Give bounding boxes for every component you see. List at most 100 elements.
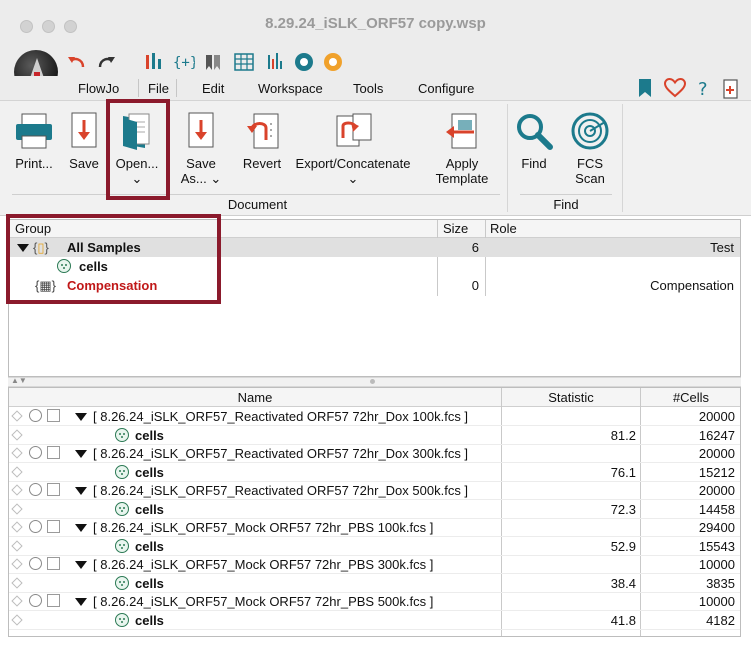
menu-flowjo[interactable]: FlowJo	[78, 81, 119, 96]
menu-configure[interactable]: Configure	[418, 81, 474, 96]
layout-editor-icon[interactable]	[143, 51, 165, 73]
ribbon-separator	[507, 104, 508, 212]
diamond-marker-icon	[11, 429, 23, 441]
expand-triangle-icon[interactable]	[75, 487, 87, 495]
sample-checkbox[interactable]	[47, 594, 60, 607]
svg-text:?: ?	[698, 79, 708, 98]
reports-icon[interactable]	[293, 51, 315, 73]
statistic-column-header[interactable]: Statistic	[502, 390, 640, 405]
fcs-scan-button[interactable]: FCS Scan	[568, 112, 612, 186]
statistic-value: 38.4	[610, 576, 636, 591]
cell-count: 20000	[698, 446, 735, 461]
gate-icon	[115, 465, 129, 479]
sample-row[interactable]: [ 8.26.24_iSLK_ORF57_Mock ORF57 72hr_PBS…	[9, 555, 740, 574]
sample-checkbox[interactable]	[47, 520, 60, 533]
undo-icon[interactable]	[66, 51, 88, 73]
gate-row[interactable]: cells 72.3 14458	[9, 500, 740, 519]
cell-count: 16247	[698, 428, 735, 443]
gate-row[interactable]: cells 76.1 15212	[9, 463, 740, 482]
expand-triangle-icon[interactable]	[75, 413, 87, 421]
cell-count: 20000	[698, 483, 735, 498]
samples-table: Name Statistic #Cells [ 8.26.24_iSLK_ORF…	[8, 387, 741, 637]
magnifier-icon	[517, 114, 553, 150]
sample-name: [ 8.26.24_iSLK_ORF57_Reactivated ORF57 7…	[93, 409, 469, 424]
sample-row[interactable]: [ 8.26.24_iSLK_ORF57_Reactivated ORF57 7…	[9, 444, 740, 463]
sample-radio[interactable]	[29, 594, 42, 607]
menu-tools[interactable]: Tools	[353, 81, 383, 96]
export-concatenate-button[interactable]: Export/Concatenate ⌄	[295, 112, 411, 186]
gate-name: cells	[135, 576, 164, 591]
table-editor-icon[interactable]	[233, 51, 255, 73]
find-button[interactable]: Find	[514, 112, 554, 171]
save-button[interactable]: Save	[66, 112, 102, 171]
plugins-icon[interactable]	[322, 51, 344, 73]
gate-row[interactable]: cells 81.2 16247	[9, 426, 740, 445]
gate-name: cells	[135, 613, 164, 628]
diamond-marker-icon	[11, 614, 23, 626]
sample-row[interactable]: [ 8.26.24_iSLK_ORF57_Reactivated ORF57 7…	[9, 481, 740, 500]
apply-template-button[interactable]: Apply Template	[432, 112, 492, 186]
ribbon-separator	[622, 104, 623, 212]
save-as-button[interactable]: Save As... ⌄	[178, 112, 224, 186]
diamond-marker-icon	[11, 447, 23, 459]
equation-editor-icon[interactable]: {+}	[173, 51, 195, 73]
gate-row[interactable]: cells 38.4 3835	[9, 574, 740, 593]
menu-file[interactable]: File	[148, 81, 169, 96]
new-document-icon[interactable]	[722, 78, 740, 100]
sample-checkbox[interactable]	[47, 446, 60, 459]
sample-row[interactable]: [ 8.26.24_iSLK_ORF57_Mock ORF57 72hr_PBS…	[9, 592, 740, 611]
sample-checkbox[interactable]	[47, 483, 60, 496]
size-column-header[interactable]: Size	[443, 221, 468, 236]
expand-triangle-icon[interactable]	[75, 524, 87, 532]
cell-count: 10000	[698, 557, 735, 572]
apply-template-icon	[446, 113, 477, 149]
sample-row[interactable]: [ 8.26.24_iSLK_ORF57_Mock ORF57 72hr_PBS…	[9, 518, 740, 537]
diamond-marker-icon	[11, 503, 23, 515]
sample-radio[interactable]	[29, 483, 42, 496]
sample-radio[interactable]	[29, 557, 42, 570]
gate-icon	[115, 502, 129, 516]
cell-count: 4182	[706, 613, 735, 628]
gate-row[interactable]: cells 41.8 4182	[9, 611, 740, 630]
expand-triangle-icon[interactable]	[75, 598, 87, 606]
cell-count: 3835	[706, 576, 735, 591]
collapse-arrows-icon[interactable]: ▲▼	[11, 376, 27, 385]
sample-radio[interactable]	[29, 409, 42, 422]
sample-name: [ 8.26.24_iSLK_ORF57_Mock ORF57 72hr_PBS…	[93, 594, 434, 609]
diamond-marker-icon	[11, 410, 23, 422]
expand-triangle-icon[interactable]	[75, 450, 87, 458]
samples-table-header: Name Statistic #Cells	[9, 388, 740, 407]
name-column-header[interactable]: Name	[9, 390, 501, 405]
sample-name: [ 8.26.24_iSLK_ORF57_Reactivated ORF57 7…	[93, 446, 469, 461]
bookmark-icon[interactable]	[638, 78, 652, 98]
sample-name: [ 8.26.24_iSLK_ORF57_Mock ORF57 72hr_PBS…	[93, 520, 434, 535]
sample-radio[interactable]	[29, 446, 42, 459]
revert-icon	[247, 113, 279, 149]
redo-icon[interactable]	[95, 51, 117, 73]
expand-triangle-icon[interactable]	[75, 561, 87, 569]
help-icon[interactable]: ?	[697, 78, 711, 98]
cell-count: 10000	[698, 594, 735, 609]
cell-count: 20000	[698, 409, 735, 424]
sample-checkbox[interactable]	[47, 557, 60, 570]
drag-handle-icon[interactable]	[370, 379, 375, 384]
split-pane-divider[interactable]: ▲▼	[8, 376, 741, 387]
sample-radio[interactable]	[29, 520, 42, 533]
cell-count: 14458	[698, 502, 735, 517]
cells-column-header[interactable]: #Cells	[641, 390, 740, 405]
plot-icon[interactable]	[264, 51, 286, 73]
role-column-header[interactable]: Role	[490, 221, 517, 236]
print-button[interactable]: Print...	[12, 112, 56, 171]
bookmark-stack-icon[interactable]	[203, 51, 225, 73]
sample-row[interactable]: [ 8.26.24_iSLK_ORF57_Reactivated ORF57 7…	[9, 407, 740, 426]
menu-workspace[interactable]: Workspace	[258, 81, 323, 96]
gate-icon	[115, 428, 129, 442]
menu-edit[interactable]: Edit	[202, 81, 224, 96]
sample-name: [ 8.26.24_iSLK_ORF57_Mock ORF57 72hr_PBS…	[93, 557, 434, 572]
sample-checkbox[interactable]	[47, 409, 60, 422]
gate-row[interactable]: cells 52.9 15543	[9, 537, 740, 556]
revert-button[interactable]: Revert	[239, 112, 285, 171]
gate-name: cells	[135, 428, 164, 443]
heart-icon[interactable]	[664, 78, 686, 98]
menu-divider	[176, 79, 177, 97]
